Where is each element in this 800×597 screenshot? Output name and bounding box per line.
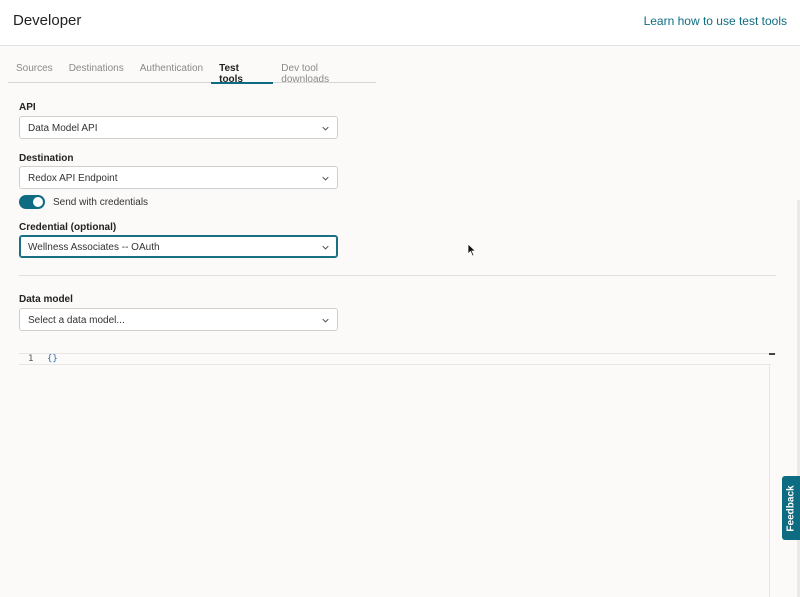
tab-destinations[interactable]: Destinations [61, 58, 132, 83]
tab-bar: Sources Destinations Authentication Test… [8, 58, 376, 85]
data-model-placeholder: Select a data model... [28, 315, 125, 326]
send-credentials-label: Send with credentials [53, 196, 149, 208]
page-title: Developer [13, 12, 82, 29]
tab-sources[interactable]: Sources [8, 58, 61, 83]
editor-collapse-handle[interactable] [769, 353, 775, 355]
destination-label: Destination [19, 153, 74, 164]
send-credentials-toggle[interactable] [19, 195, 45, 209]
tab-dev-tool-downloads[interactable]: Dev tool downloads [273, 58, 376, 85]
code-editor-content[interactable]: {} [47, 354, 58, 364]
credential-select-value: Wellness Associates -- OAuth [28, 242, 160, 253]
mouse-cursor-icon [467, 243, 477, 257]
editor-scroll-track[interactable] [769, 364, 770, 597]
tab-authentication[interactable]: Authentication [132, 58, 211, 83]
api-select[interactable]: Data Model API [19, 116, 338, 139]
tab-test-tools[interactable]: Test tools [211, 58, 274, 85]
learn-test-tools-link[interactable]: Learn how to use test tools [644, 14, 787, 28]
api-select-value: Data Model API [28, 123, 98, 134]
feedback-button[interactable]: Feedback [782, 476, 800, 540]
chevron-down-icon [322, 176, 329, 181]
chevron-down-icon [322, 245, 329, 250]
toggle-knob [33, 197, 43, 207]
credential-label: Credential (optional) [19, 222, 117, 233]
chevron-down-icon [322, 318, 329, 323]
destination-select[interactable]: Redox API Endpoint [19, 166, 338, 189]
chevron-down-icon [322, 126, 329, 131]
send-credentials-row: Send with credentials [19, 195, 148, 209]
credential-select[interactable]: Wellness Associates -- OAuth [19, 235, 338, 258]
editor-top-border [19, 353, 776, 354]
destination-select-value: Redox API Endpoint [28, 173, 118, 184]
data-model-select[interactable]: Select a data model... [19, 308, 338, 331]
section-divider [19, 275, 776, 276]
feedback-label: Feedback [785, 484, 797, 532]
api-label: API [19, 102, 36, 113]
app-header: Developer Learn how to use test tools [0, 0, 800, 46]
data-model-label: Data model [19, 294, 73, 305]
editor-bottom-border [19, 364, 771, 365]
editor-line-number: 1 [28, 354, 34, 364]
